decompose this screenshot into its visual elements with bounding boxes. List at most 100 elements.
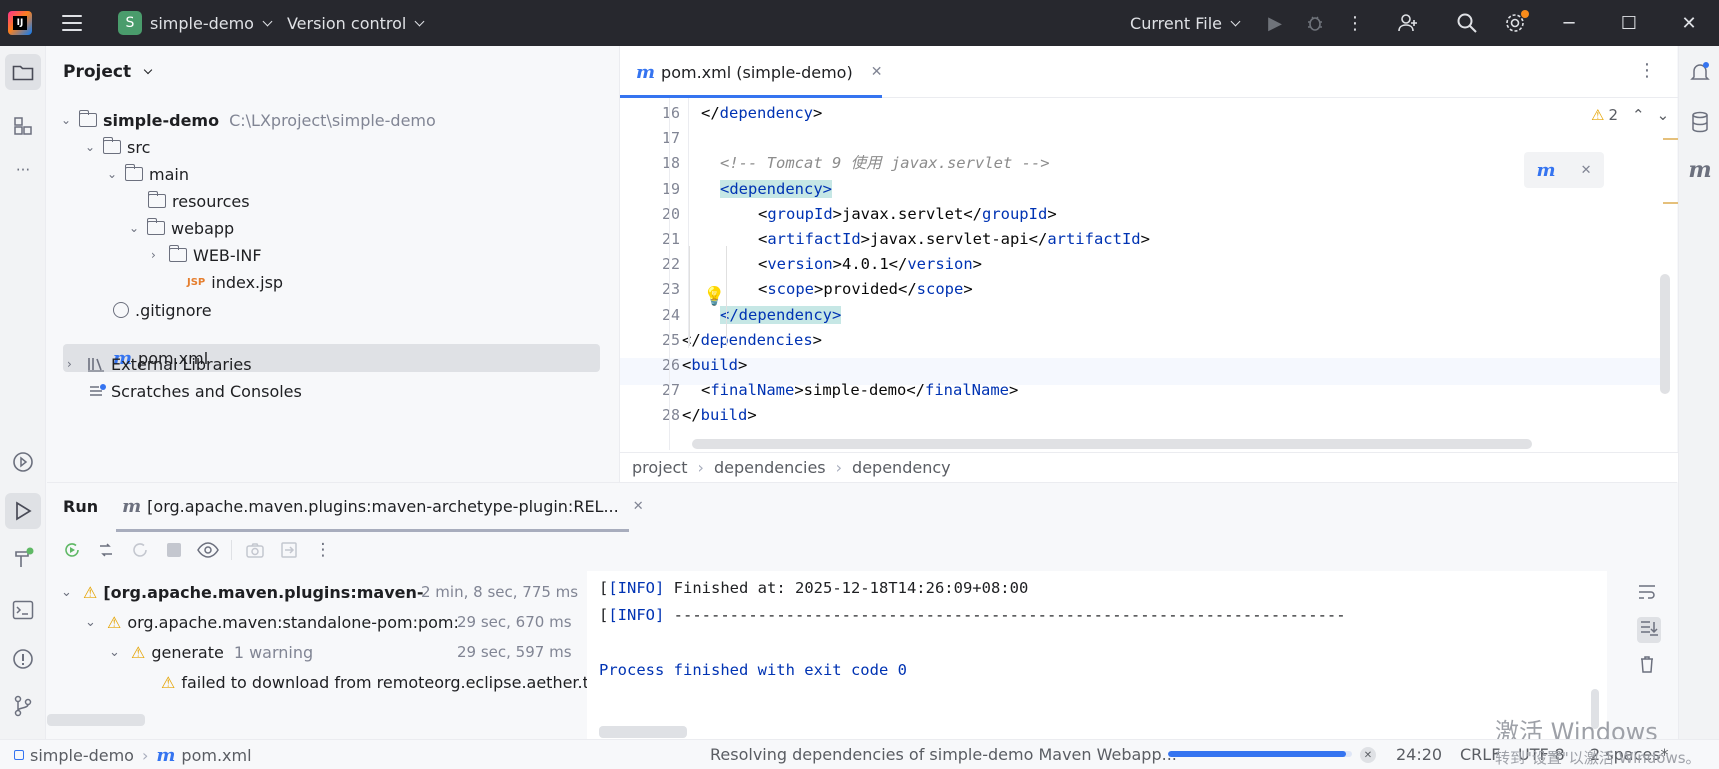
code-line[interactable]: </dependencies>	[682, 327, 822, 354]
maven-reload-icon[interactable]: m	[1537, 160, 1556, 181]
add-user-icon[interactable]	[1373, 0, 1443, 46]
status-project[interactable]: simple-demo	[30, 746, 134, 765]
maven-tool-icon[interactable]: m	[1682, 152, 1718, 188]
console-horizontal-scrollbar[interactable]	[599, 726, 687, 738]
tree-item-webapp[interactable]: ⌄ webapp	[129, 214, 234, 242]
tree-item-scratches[interactable]: Scratches and Consoles	[89, 377, 302, 405]
tree-item-resources[interactable]: resources	[147, 187, 250, 215]
code-line[interactable]: <build>	[682, 352, 747, 379]
project-panel-header[interactable]: Project	[63, 62, 155, 82]
run-toolbar: ⋮	[47, 529, 1677, 571]
main-menu-icon[interactable]	[62, 15, 82, 31]
background-task-label[interactable]: Resolving dependencies of simple-demo Ma…	[710, 745, 1177, 764]
run-tool-icon[interactable]	[5, 493, 41, 529]
tree-item-src[interactable]: ⌄ src	[85, 133, 150, 161]
close-tab-icon[interactable]: ✕	[871, 64, 883, 80]
tree-item-index-jsp[interactable]: JSP index.jsp	[187, 268, 283, 296]
search-icon[interactable]	[1443, 0, 1491, 46]
run-config-selector[interactable]: Current File	[1130, 0, 1243, 46]
toggle-auto-test-icon[interactable]	[123, 533, 157, 567]
run-node-label: generate	[151, 642, 224, 662]
tree-item-gitignore[interactable]: .gitignore	[113, 296, 212, 324]
scroll-to-end-icon[interactable]	[1637, 617, 1661, 643]
export-icon[interactable]	[272, 533, 306, 567]
more-options-icon[interactable]: ⋮	[306, 533, 340, 567]
lightbulb-icon[interactable]: 💡	[703, 286, 725, 307]
run-node-failed-download[interactable]: ⚠ failed to download from remoteorg.ecli…	[161, 667, 587, 697]
caret-position[interactable]: 24:20	[1396, 745, 1442, 764]
run-node-archetype[interactable]: ⌄ ⚠ [org.apache.maven.plugins:maven-	[61, 577, 424, 607]
folder-icon	[168, 245, 187, 262]
problems-icon[interactable]	[5, 641, 41, 677]
code-line[interactable]: <artifactId>javax.servlet-api</artifactI…	[758, 226, 1150, 253]
project-switcher[interactable]: simple-demo	[150, 0, 275, 46]
close-tab-icon[interactable]: ✕	[633, 499, 644, 514]
maximize-button[interactable]: ☐	[1599, 0, 1659, 46]
project-badge[interactable]: S	[118, 11, 142, 35]
vertical-scrollbar[interactable]	[1660, 274, 1670, 394]
code-line[interactable]: </dependency>	[720, 302, 842, 329]
tree-item-external-libraries[interactable]: › External Libraries	[67, 350, 252, 378]
more-actions-icon[interactable]: ⋮	[1337, 0, 1373, 46]
structure-icon[interactable]	[5, 108, 41, 144]
build-icon[interactable]	[5, 540, 41, 576]
git-icon[interactable]	[5, 688, 41, 724]
inspection-widget[interactable]: ⚠ 2 ⌃ ⌄	[1591, 106, 1669, 124]
tab-pom-xml[interactable]: m pom.xml (simple-demo) ✕	[620, 46, 898, 98]
close-window-button[interactable]: ✕	[1659, 0, 1719, 46]
xml-tag: </dependency>	[720, 305, 842, 324]
editor-tab-bar: m pom.xml (simple-demo) ✕ ⋮	[620, 46, 1678, 98]
code-line[interactable]: </build>	[682, 402, 757, 429]
database-icon[interactable]	[1682, 104, 1718, 140]
tree-horizontal-scrollbar[interactable]	[47, 714, 145, 726]
left-tool-strip: ···	[0, 46, 46, 739]
minimize-button[interactable]: ─	[1539, 0, 1599, 46]
previous-highlight-icon[interactable]: ⌃	[1632, 106, 1645, 124]
code-line[interactable]: <finalName>simple-demo</finalName>	[701, 377, 1018, 404]
code-text: >simple-demo</	[794, 381, 925, 400]
tree-label: src	[127, 137, 151, 157]
run-tab-archetype[interactable]: m [org.apache.maven.plugins:maven-archet…	[116, 483, 644, 532]
debug-icon[interactable]	[1293, 0, 1337, 46]
intellij-logo-icon[interactable]: IJ	[8, 11, 32, 35]
code-line[interactable]: <!-- Tomcat 9 使用 javax.servlet -->	[720, 150, 1050, 177]
close-popup-icon[interactable]: ✕	[1581, 163, 1592, 178]
soft-wrap-icon[interactable]	[1637, 583, 1661, 605]
cancel-task-icon[interactable]: ✕	[1360, 747, 1376, 763]
vcs-menu[interactable]: Version control	[287, 0, 427, 46]
services-icon[interactable]	[5, 444, 41, 480]
horizontal-scrollbar[interactable]	[692, 439, 1532, 449]
status-file[interactable]: pom.xml	[181, 746, 251, 765]
stop-icon[interactable]	[157, 533, 191, 567]
rerun-failed-icon[interactable]	[89, 533, 123, 567]
more-tools-icon[interactable]: ···	[5, 152, 41, 188]
run-icon[interactable]: ▶	[1257, 0, 1293, 46]
activation-watermark-subtitle: 转到"设置"以激活 Windows。	[1495, 749, 1701, 767]
view-eye-icon[interactable]	[191, 533, 225, 567]
code-line[interactable]: <version>4.0.1</version>	[758, 251, 982, 278]
tree-item-web-inf[interactable]: › WEB-INF	[151, 241, 262, 269]
settings-gear-icon[interactable]	[1491, 0, 1539, 46]
run-node-standalone-pom[interactable]: ⌄ ⚠ org.apache.maven:standalone-pom:pom:	[85, 607, 499, 637]
rerun-icon[interactable]	[55, 533, 89, 567]
run-node-generate[interactable]: ⌄ ⚠ generate 1 warning	[109, 637, 313, 667]
breadcrumb-item-dependency[interactable]: dependency	[852, 458, 951, 477]
project-tool-folder-icon[interactable]	[5, 54, 41, 90]
code-text: >javax.servlet</	[832, 204, 982, 223]
run-node-time: 29 sec, 597 ms	[457, 643, 572, 661]
tree-item-main[interactable]: ⌄ main	[107, 160, 189, 188]
tree-item-simple-demo[interactable]: ⌄ simple-demo C:\LXproject\simple-demo	[61, 106, 436, 134]
console-output[interactable]: [[INFO] Finished at: 2025-12-18T14:26:09…	[587, 571, 1607, 740]
code-line[interactable]: <scope>provided</scope>	[758, 276, 973, 303]
next-highlight-icon[interactable]: ⌄	[1657, 106, 1670, 124]
breadcrumb-item-project[interactable]: project	[632, 458, 688, 477]
terminal-icon[interactable]	[5, 592, 41, 628]
notifications-bell-icon[interactable]	[1682, 54, 1718, 90]
camera-icon[interactable]	[238, 533, 272, 567]
tab-options-icon[interactable]: ⋮	[1638, 60, 1656, 81]
code-line[interactable]: </dependency>	[701, 100, 822, 127]
code-line[interactable]: <dependency>	[720, 176, 832, 203]
breadcrumb-item-dependencies[interactable]: dependencies	[714, 458, 826, 477]
clear-all-trash-icon[interactable]	[1637, 655, 1661, 677]
code-line[interactable]: <groupId>javax.servlet</groupId>	[758, 201, 1057, 228]
